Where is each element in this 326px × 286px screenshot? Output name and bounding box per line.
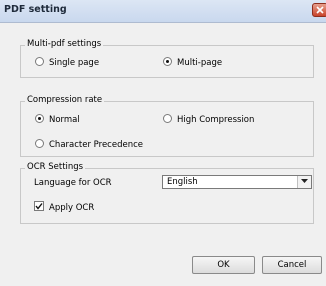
radio-indicator[interactable] — [35, 57, 44, 66]
ocr-settings-legend: OCR Settings — [25, 162, 86, 172]
pdf-setting-dialog: PDF setting Multi-pdf settings Single pa… — [0, 0, 326, 286]
chevron-down-icon — [301, 179, 308, 183]
dropdown-button[interactable] — [297, 176, 311, 188]
normal-radio[interactable]: Normal — [35, 114, 80, 125]
window-title: PDF setting — [4, 4, 67, 15]
ok-button[interactable]: OK — [192, 256, 255, 274]
multi-pdf-settings-legend: Multi-pdf settings — [25, 39, 104, 49]
radio-indicator[interactable] — [35, 114, 44, 123]
high-compression-radio[interactable]: High Compression — [163, 114, 254, 125]
close-button[interactable] — [312, 3, 326, 17]
ocr-language-value: English — [167, 177, 198, 187]
high-compression-label: High Compression — [177, 115, 255, 125]
checkmark-icon — [35, 203, 43, 210]
character-precedence-radio[interactable]: Character Precedence — [35, 139, 143, 150]
character-precedence-label: Character Precedence — [49, 140, 143, 150]
radio-indicator[interactable] — [163, 114, 172, 123]
language-for-ocr-label: Language for OCR — [34, 178, 112, 188]
apply-ocr-label: Apply OCR — [49, 203, 95, 213]
compression-rate-group: Compression rate Normal High Compression… — [20, 95, 314, 157]
checkbox-indicator[interactable] — [34, 201, 44, 211]
single-page-label: Single page — [49, 58, 100, 68]
cancel-button[interactable]: Cancel — [262, 256, 322, 274]
radio-indicator[interactable] — [35, 139, 44, 148]
title-bar[interactable]: PDF setting — [0, 0, 326, 23]
multi-page-label: Multi-page — [177, 58, 223, 68]
multi-page-radio[interactable]: Multi-page — [163, 57, 222, 68]
single-page-radio[interactable]: Single page — [35, 57, 99, 68]
radio-indicator[interactable] — [163, 57, 172, 66]
compression-rate-legend: Compression rate — [25, 95, 105, 105]
normal-label: Normal — [49, 115, 80, 125]
multi-pdf-settings-group: Multi-pdf settings Single page Multi-pag… — [20, 39, 314, 78]
apply-ocr-checkbox[interactable]: Apply OCR — [34, 201, 94, 213]
ocr-language-select[interactable]: English — [162, 175, 312, 189]
close-icon — [316, 6, 324, 14]
